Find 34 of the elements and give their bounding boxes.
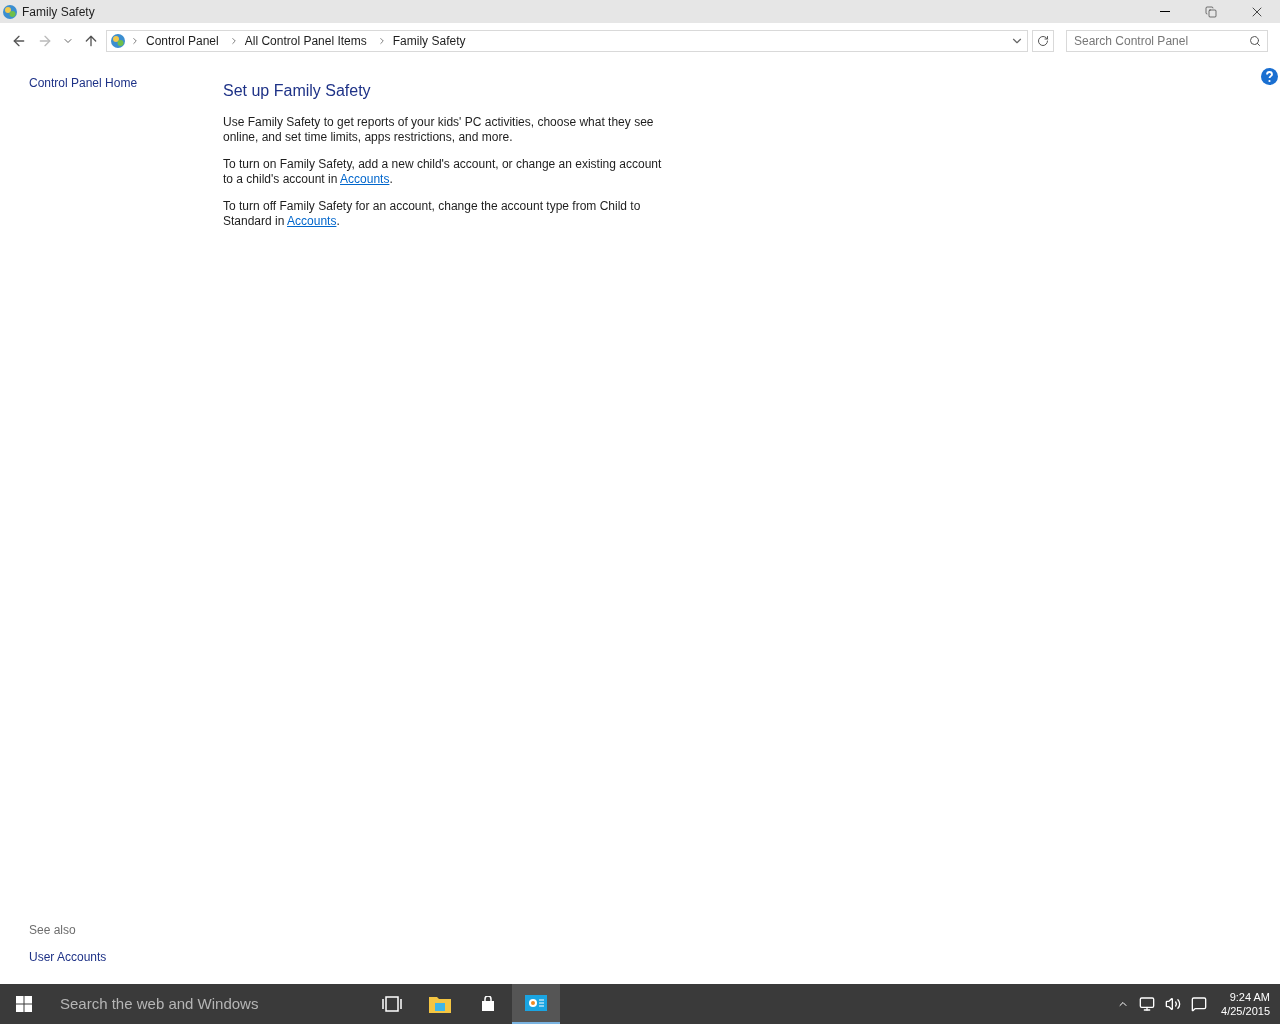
search-field[interactable]: Search Control Panel xyxy=(1066,30,1268,52)
refresh-icon xyxy=(1037,35,1049,47)
refresh-button[interactable] xyxy=(1032,30,1054,52)
network-icon[interactable] xyxy=(1139,996,1156,1012)
control-panel-app-icon xyxy=(525,995,547,1011)
paragraph: To turn on Family Safety, add a new child's account, or change an existing account to a child's account in Accounts. xyxy=(223,157,663,187)
window-title: Family Safety xyxy=(22,3,95,21)
windows-logo-icon xyxy=(16,996,32,1012)
clock-date[interactable]: 4/25/2015 xyxy=(1221,1004,1270,1018)
clock-time[interactable]: 9:24 AM xyxy=(1229,990,1270,1004)
restore-icon xyxy=(1205,5,1217,18)
paragraph: Use Family Safety to get reports of your kids' PC activities, choose what they see online, and set time limits, apps restrictions, and more. xyxy=(223,115,655,145)
volume-icon[interactable] xyxy=(1165,996,1182,1012)
help-icon[interactable] xyxy=(1261,68,1278,85)
forward-arrow-icon xyxy=(37,33,53,49)
address-bar[interactable]: Control Panel All Control Panel Items Family Safety xyxy=(106,30,1028,52)
taskbar-app-button[interactable] xyxy=(512,984,560,1024)
taskbar-search-field[interactable]: Search the web and Windows xyxy=(48,984,368,1024)
chevron-icon xyxy=(130,36,140,46)
breadcrumb[interactable]: Control Panel xyxy=(146,32,219,50)
task-view-icon xyxy=(382,996,402,1012)
notifications-icon[interactable] xyxy=(1191,996,1208,1012)
control-panel-icon xyxy=(110,33,126,49)
control-panel-icon xyxy=(2,3,18,20)
search-icon xyxy=(1249,35,1261,47)
sidebar-link[interactable]: Control Panel Home xyxy=(29,74,223,92)
see-also-heading: See also xyxy=(29,922,77,939)
breadcrumb[interactable]: All Control Panel Items xyxy=(244,32,367,50)
folder-icon xyxy=(429,995,451,1013)
minimize-icon xyxy=(1160,11,1170,12)
breadcrumb[interactable]: Family Safety xyxy=(392,32,466,50)
sidebar-link[interactable]: User Accounts xyxy=(29,948,223,966)
paragraph: To turn off Family Safety for an account, change the account type from Child to Standard in Accounts. xyxy=(223,199,642,229)
page-heading: Set up Family Safety xyxy=(223,81,372,101)
